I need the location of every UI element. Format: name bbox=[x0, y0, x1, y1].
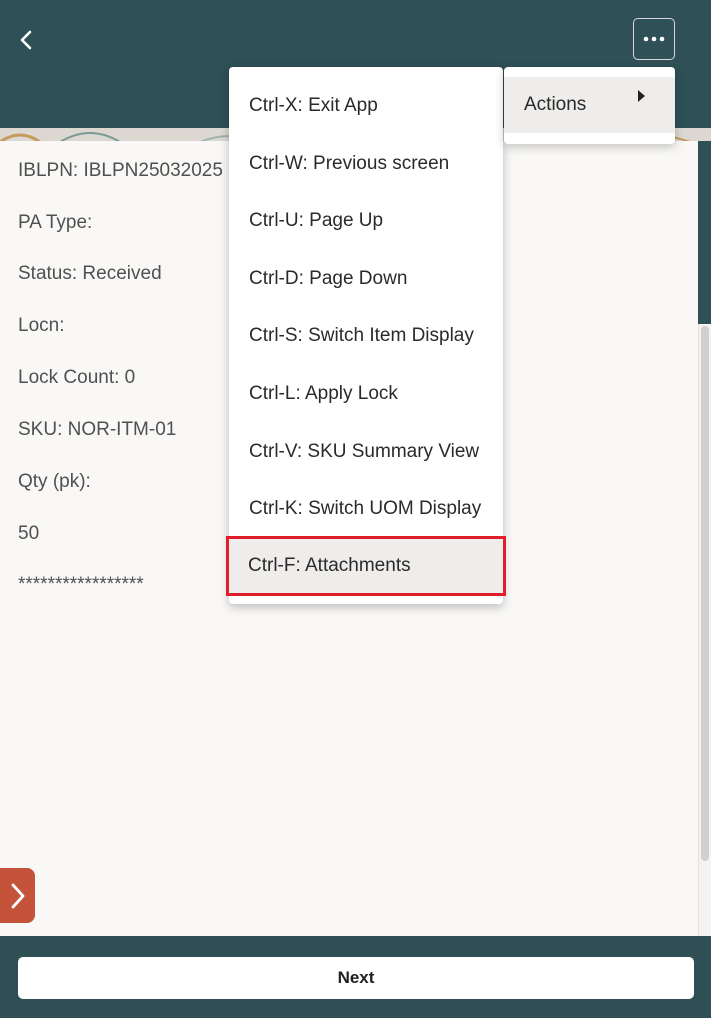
menu-item-page-down[interactable]: Ctrl-D: Page Down bbox=[229, 251, 503, 307]
menu-item-page-up[interactable]: Ctrl-U: Page Up bbox=[229, 193, 503, 249]
scrollbar-thumb[interactable] bbox=[701, 326, 709, 861]
menu-item-switch-item-display[interactable]: Ctrl-S: Switch Item Display bbox=[229, 308, 503, 364]
next-button[interactable]: Next bbox=[18, 957, 694, 999]
chevron-right-icon bbox=[11, 883, 24, 908]
field-status: Status: Received bbox=[18, 263, 162, 284]
field-pa-type: PA Type: bbox=[18, 212, 93, 233]
menu-item-actions-label: Actions bbox=[524, 94, 587, 115]
ellipsis-icon bbox=[643, 36, 665, 42]
more-actions-menu: Actions bbox=[504, 67, 675, 144]
scrollbar-gap bbox=[698, 141, 711, 324]
field-locn: Locn: bbox=[18, 315, 65, 336]
field-iblpn: IBLPN: IBLPN25032025 bbox=[18, 160, 223, 181]
menu-item-sku-summary-view[interactable]: Ctrl-V: SKU Summary View bbox=[229, 424, 503, 480]
actions-submenu: Ctrl-X: Exit App Ctrl-W: Previous screen… bbox=[226, 67, 506, 604]
menu-item-switch-uom-display[interactable]: Ctrl-K: Switch UOM Display bbox=[229, 481, 503, 537]
field-masked: ***************** bbox=[18, 574, 144, 595]
menu-item-actions[interactable]: Actions bbox=[504, 77, 675, 133]
menu-item-attachments[interactable]: Ctrl-F: Attachments bbox=[226, 536, 506, 596]
back-button[interactable] bbox=[10, 22, 42, 58]
caret-right-icon bbox=[638, 90, 645, 102]
field-qty-label: Qty (pk): bbox=[18, 471, 91, 492]
menu-item-apply-lock[interactable]: Ctrl-L: Apply Lock bbox=[229, 366, 503, 422]
field-lock-count: Lock Count: 0 bbox=[18, 367, 136, 388]
field-qty-value: 50 bbox=[18, 523, 40, 544]
field-sku: SKU: NOR-ITM-01 bbox=[18, 419, 177, 440]
expand-panel-button[interactable] bbox=[0, 868, 35, 923]
more-actions-button[interactable] bbox=[633, 18, 675, 60]
chevron-left-icon bbox=[20, 30, 32, 50]
menu-item-exit-app[interactable]: Ctrl-X: Exit App bbox=[229, 78, 503, 134]
menu-item-previous-screen[interactable]: Ctrl-W: Previous screen bbox=[229, 136, 503, 192]
